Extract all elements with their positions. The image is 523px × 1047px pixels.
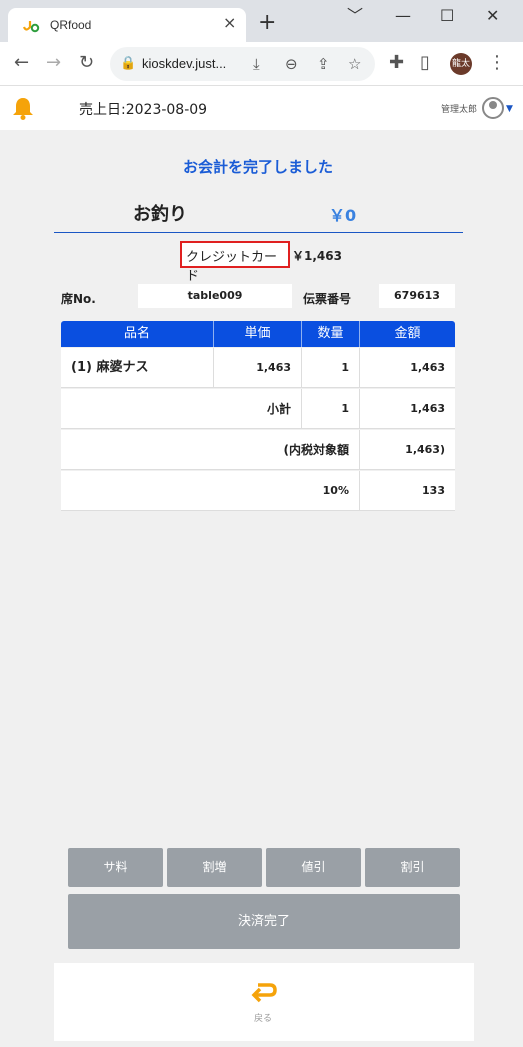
payment-amount: ￥1,463 (292, 249, 342, 263)
extensions-icon[interactable]: ✚ (389, 54, 404, 72)
back-bar: 戻る (54, 963, 474, 1041)
table-header: 品名 単価 数量 金額 (61, 321, 455, 347)
back-label[interactable]: 戻る (254, 1011, 272, 1024)
item-amount: 1,463 (410, 361, 445, 374)
table-row: (1) 麻婆ナス 1,463 1 1,463 (61, 348, 455, 388)
service-charge-button[interactable]: サ料 (68, 848, 163, 887)
taxable-label: (内税対象額 (61, 430, 360, 470)
payment-complete-button[interactable]: 決済完了 (68, 894, 460, 949)
tax-row: 10% 133 (61, 471, 455, 511)
divider (54, 232, 463, 233)
checkout-complete-panel: お会計を完了しました お釣り ￥0 クレジットカード ￥1,463 席No. t… (0, 130, 523, 1047)
app-header: 売上日:2023-08-09 管理太郎 ▼ (0, 86, 523, 130)
col-qty: 数量 (302, 321, 360, 347)
taxable-amount: 1,463) (405, 443, 445, 456)
admin-name: 管理太郎 (441, 105, 478, 115)
forward-arrow-icon[interactable]: → (46, 54, 61, 72)
slip-label: 伝票番号 (303, 292, 352, 306)
tab-title: QRfood (50, 18, 92, 32)
percent-discount-button[interactable]: 割引 (365, 848, 460, 887)
close-window-icon[interactable]: ✕ (486, 8, 499, 24)
change-amount: ￥0 (329, 206, 357, 225)
bookmark-star-icon[interactable]: ☆ (348, 55, 361, 73)
change-label: お釣り (133, 204, 187, 225)
browser-toolbar: ← → ↻ 🔒 kioskdev.just... ⤓ ⊖ ⇪ ☆ ✚ ▯ 龍太 … (0, 42, 523, 86)
subtotal-amount: 1,463 (410, 402, 445, 415)
tax-rate: 10% (61, 471, 360, 511)
zoom-icon[interactable]: ⊖ (285, 55, 298, 73)
slip-number: 679613 (379, 284, 455, 308)
share-icon[interactable]: ⇪ (317, 55, 330, 73)
maximize-icon[interactable]: ☐ (440, 8, 454, 24)
reload-icon[interactable]: ↻ (79, 54, 94, 72)
seat-value: table009 (138, 284, 292, 308)
payment-method-box: クレジットカード (180, 241, 290, 284)
item-qty: 1 (302, 348, 360, 388)
taxable-row: (内税対象額 1,463) (61, 430, 455, 470)
user-avatar-icon[interactable] (482, 97, 504, 119)
tax-amount: 133 (422, 484, 445, 497)
item-name: (1) 麻婆ナス (61, 348, 214, 388)
col-unit-price: 単価 (214, 321, 302, 347)
browser-tabbar: QRfood × + ﹀ — ☐ ✕ (0, 0, 523, 42)
price-discount-button[interactable]: 値引 (266, 848, 361, 887)
menu-kebab-icon[interactable]: ⋮ (488, 54, 506, 72)
col-item-name: 品名 (61, 321, 214, 347)
tab-close-icon[interactable]: × (223, 15, 236, 31)
seat-label: 席No. (61, 292, 96, 306)
url-text: kioskdev.just... (142, 56, 227, 71)
minimize-icon[interactable]: — (395, 8, 411, 24)
sales-date: 売上日:2023-08-09 (79, 102, 208, 118)
item-unit-price: 1,463 (214, 348, 302, 388)
new-tab-icon[interactable]: + (258, 12, 276, 34)
subtotal-qty: 1 (302, 389, 360, 429)
subtotal-row: 小計 1 1,463 (61, 389, 455, 429)
profile-avatar[interactable]: 龍太 (450, 53, 472, 75)
install-icon[interactable]: ⤓ (253, 55, 260, 73)
payment-method: クレジットカード (186, 250, 278, 284)
tab-search-icon[interactable]: ﹀ (347, 8, 363, 24)
return-arrow-icon[interactable] (250, 981, 278, 1005)
subtotal-label: 小計 (61, 389, 302, 429)
address-bar[interactable]: 🔒 kioskdev.just... ⤓ ⊖ ⇪ ☆ (110, 47, 375, 81)
qrfood-favicon-icon (22, 21, 40, 33)
side-panel-icon[interactable]: ▯ (420, 54, 430, 72)
browser-tab[interactable]: QRfood × (8, 8, 246, 42)
back-arrow-icon[interactable]: ← (14, 54, 29, 72)
surcharge-button[interactable]: 割増 (167, 848, 262, 887)
chevron-down-icon[interactable]: ▼ (506, 104, 513, 114)
bell-icon[interactable] (12, 96, 34, 120)
complete-message: お会計を完了しました (182, 158, 333, 176)
lock-icon: 🔒 (120, 56, 137, 71)
col-amount: 金額 (394, 326, 421, 341)
